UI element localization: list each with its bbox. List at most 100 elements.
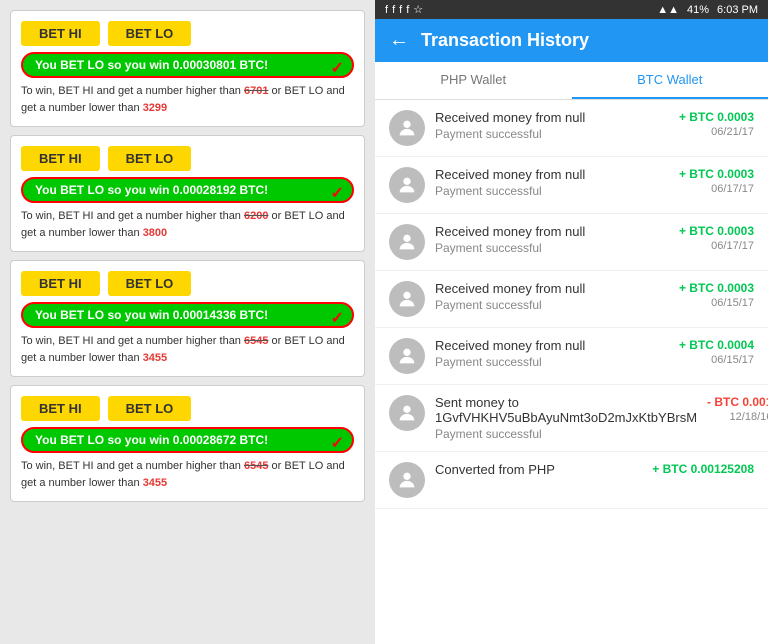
bet-hi-button[interactable]: BET HI <box>21 271 100 296</box>
lo-number: 3455 <box>143 477 167 489</box>
tx-amount: + BTC 0.0004 <box>679 338 754 352</box>
tx-title: Received money from null <box>435 110 669 125</box>
transaction-header: ← Transaction History <box>375 19 768 62</box>
tx-right: + BTC 0.0003 06/17/17 <box>679 167 754 195</box>
bet-lo-button[interactable]: BET LO <box>108 21 192 46</box>
tx-content: Received money from null Payment success… <box>435 167 669 198</box>
tx-title: Converted from PHP <box>435 462 642 477</box>
clock: 6:03 PM <box>717 4 758 16</box>
bet-hi-button[interactable]: BET HI <box>21 146 100 171</box>
tx-date: 06/15/17 <box>679 297 754 309</box>
avatar <box>389 110 425 146</box>
bet-card-2: BET HI BET LO You BET LO so you win 0.00… <box>10 260 365 377</box>
fb-icon2: f <box>392 4 395 16</box>
lo-number: 3800 <box>143 227 167 239</box>
tx-content: Received money from null Payment success… <box>435 281 669 312</box>
hi-number: 6545 <box>244 335 268 347</box>
tx-amount: + BTC 0.0003 <box>679 224 754 238</box>
win-banner: You BET LO so you win 0.00030801 BTC! <box>21 52 354 78</box>
bet-buttons: BET HI BET LO <box>21 396 354 421</box>
tx-subtitle: Payment successful <box>435 355 669 369</box>
tx-date: 06/15/17 <box>679 354 754 366</box>
lo-number: 3455 <box>143 352 167 364</box>
transaction-item-4[interactable]: Received money from null Payment success… <box>375 328 768 385</box>
bet-hi-button[interactable]: BET HI <box>21 21 100 46</box>
tx-content: Converted from PHP <box>435 462 642 479</box>
left-panel: BET HI BET LO You BET LO so you win 0.00… <box>0 0 375 644</box>
transaction-item-0[interactable]: Received money from null Payment success… <box>375 100 768 157</box>
bet-description: To win, BET HI and get a number higher t… <box>21 333 354 366</box>
bet-hi-button[interactable]: BET HI <box>21 396 100 421</box>
status-icons: f f f f ☆ <box>385 3 423 16</box>
transaction-item-6[interactable]: Converted from PHP + BTC 0.00125208 <box>375 452 768 509</box>
tx-amount: + BTC 0.0003 <box>679 110 754 124</box>
tx-right: + BTC 0.0003 06/21/17 <box>679 110 754 138</box>
fb-icon4: f <box>406 4 409 16</box>
right-panel: f f f f ☆ ▲▲ 41% 6:03 PM ← Transaction H… <box>375 0 768 644</box>
bet-card-0: BET HI BET LO You BET LO so you win 0.00… <box>10 10 365 127</box>
transaction-item-5[interactable]: Sent money to 1GvfVHKHV5uBbAyuNmt3oD2mJx… <box>375 385 768 452</box>
bet-buttons: BET HI BET LO <box>21 146 354 171</box>
status-right: ▲▲ 41% 6:03 PM <box>657 4 758 16</box>
transaction-item-3[interactable]: Received money from null Payment success… <box>375 271 768 328</box>
hi-number: 6200 <box>244 210 268 222</box>
win-banner: You BET LO so you win 0.00014336 BTC! <box>21 302 354 328</box>
tx-title: Received money from null <box>435 224 669 239</box>
tx-content: Received money from null Payment success… <box>435 224 669 255</box>
avatar <box>389 224 425 260</box>
bet-description: To win, BET HI and get a number higher t… <box>21 458 354 491</box>
bet-lo-button[interactable]: BET LO <box>108 271 192 296</box>
avatar <box>389 395 425 431</box>
signal-icon: ▲▲ <box>657 4 679 16</box>
back-button[interactable]: ← <box>389 29 409 52</box>
bet-lo-button[interactable]: BET LO <box>108 146 192 171</box>
transaction-list: Received money from null Payment success… <box>375 100 768 644</box>
tx-title: Received money from null <box>435 338 669 353</box>
tx-right: + BTC 0.00125208 <box>652 462 754 478</box>
tx-right: + BTC 0.0003 06/15/17 <box>679 281 754 309</box>
tx-subtitle: Payment successful <box>435 127 669 141</box>
wallet-tabs: PHP WalletBTC Wallet <box>375 62 768 100</box>
tx-subtitle: Payment successful <box>435 298 669 312</box>
transaction-item-1[interactable]: Received money from null Payment success… <box>375 157 768 214</box>
tx-amount: + BTC 0.0003 <box>679 281 754 295</box>
tx-date: 06/17/17 <box>679 183 754 195</box>
avatar <box>389 167 425 203</box>
tx-title: Received money from null <box>435 167 669 182</box>
tx-subtitle: Payment successful <box>435 241 669 255</box>
bet-card-1: BET HI BET LO You BET LO so you win 0.00… <box>10 135 365 252</box>
hi-number: 6701 <box>244 85 268 97</box>
win-banner: You BET LO so you win 0.00028192 BTC! <box>21 177 354 203</box>
tx-subtitle: Payment successful <box>435 184 669 198</box>
transaction-item-2[interactable]: Received money from null Payment success… <box>375 214 768 271</box>
tx-right: + BTC 0.0003 06/17/17 <box>679 224 754 252</box>
tx-amount: + BTC 0.00125208 <box>652 462 754 476</box>
tx-right: - BTC 0.001 12/18/16 <box>707 395 768 423</box>
tx-content: Sent money to 1GvfVHKHV5uBbAyuNmt3oD2mJx… <box>435 395 697 441</box>
tx-content: Received money from null Payment success… <box>435 338 669 369</box>
tx-subtitle: Payment successful <box>435 427 697 441</box>
tx-title: Received money from null <box>435 281 669 296</box>
avatar <box>389 338 425 374</box>
lo-number: 3299 <box>143 102 167 114</box>
avatar <box>389 462 425 498</box>
status-bar: f f f f ☆ ▲▲ 41% 6:03 PM <box>375 0 768 19</box>
bet-description: To win, BET HI and get a number higher t… <box>21 208 354 241</box>
tx-amount: + BTC 0.0003 <box>679 167 754 181</box>
star-icon: ☆ <box>413 3 423 16</box>
tx-date: 12/18/16 <box>707 411 768 423</box>
avatar <box>389 281 425 317</box>
fb-icon3: f <box>399 4 402 16</box>
wallet-tab-0[interactable]: PHP Wallet <box>375 62 572 99</box>
bet-buttons: BET HI BET LO <box>21 21 354 46</box>
tx-content: Received money from null Payment success… <box>435 110 669 141</box>
tx-date: 06/17/17 <box>679 240 754 252</box>
bet-description: To win, BET HI and get a number higher t… <box>21 83 354 116</box>
bet-lo-button[interactable]: BET LO <box>108 396 192 421</box>
wallet-tab-1[interactable]: BTC Wallet <box>572 62 768 99</box>
battery-level: 41% <box>687 4 709 16</box>
hi-number: 6545 <box>244 460 268 472</box>
page-title: Transaction History <box>421 30 589 51</box>
tx-amount: - BTC 0.001 <box>707 395 768 409</box>
win-banner: You BET LO so you win 0.00028672 BTC! <box>21 427 354 453</box>
